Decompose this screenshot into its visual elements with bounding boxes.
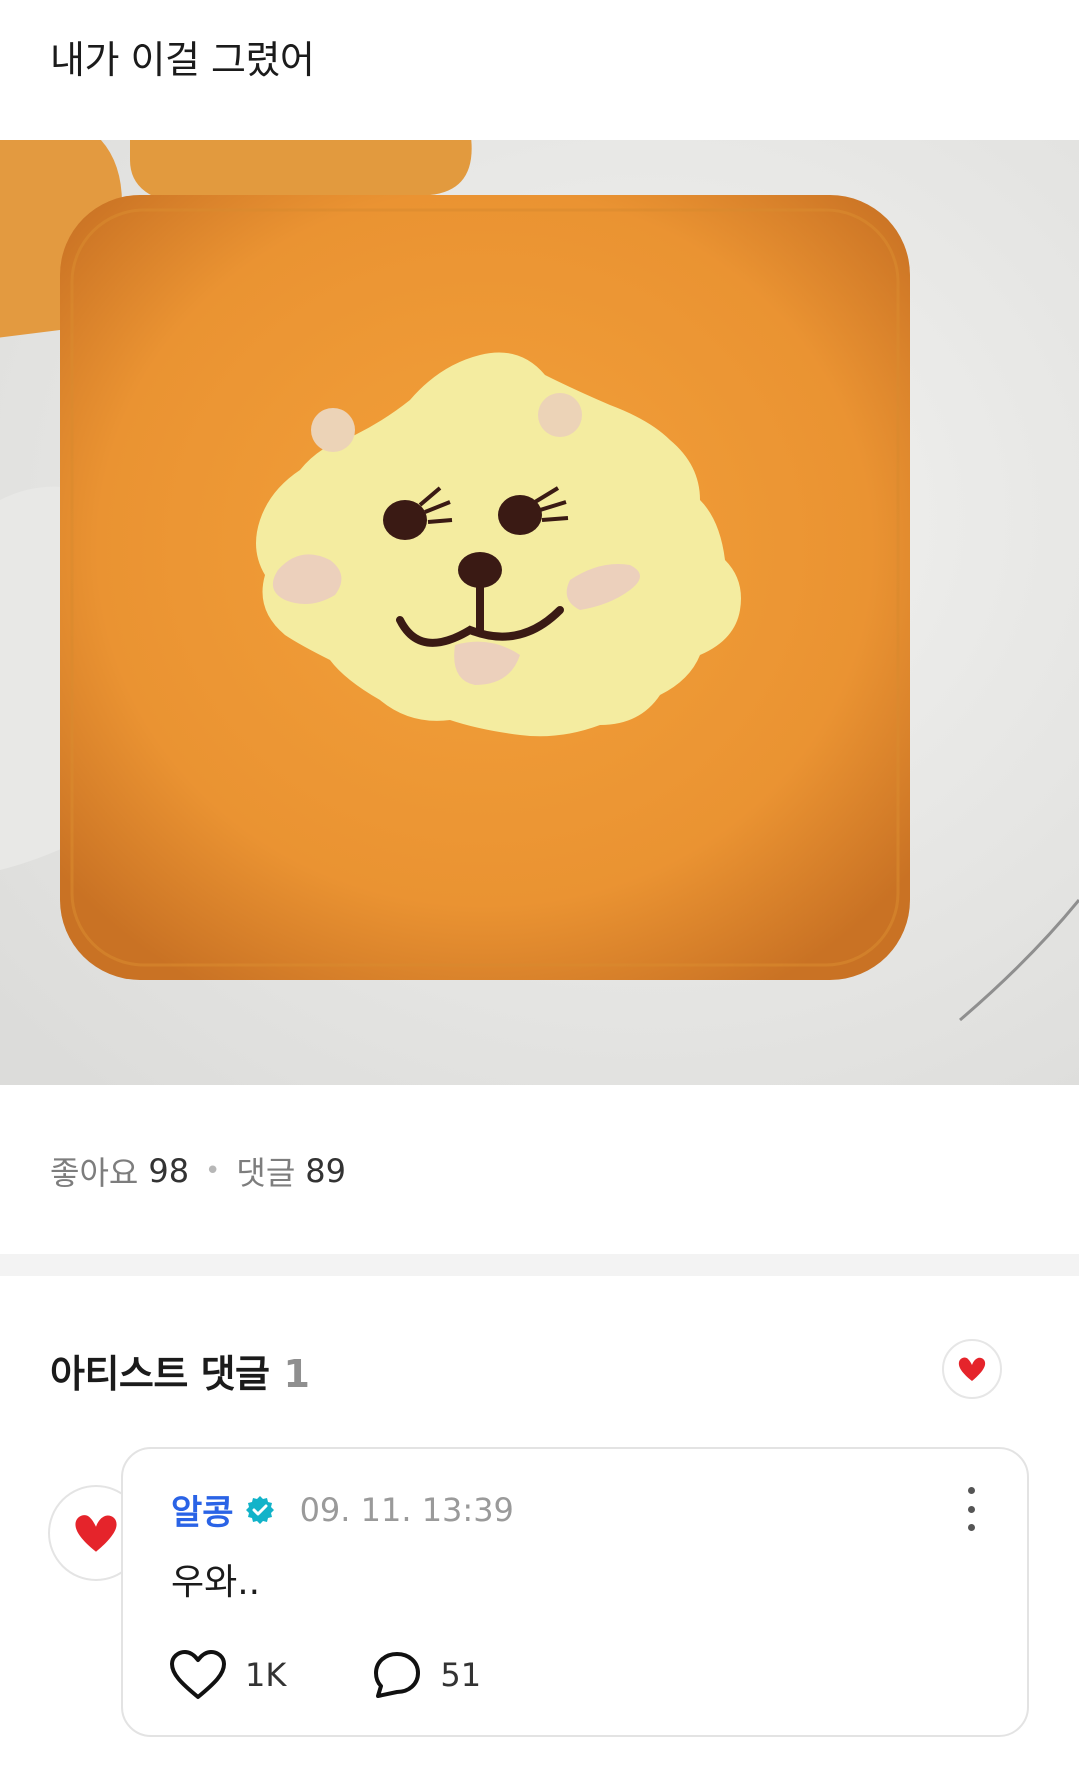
comment-text: 우와.. xyxy=(171,1562,261,1603)
comment-card: 알콩 09. 11. 13:39 우와.. 1K 51 xyxy=(121,1447,1029,1737)
comments-count: 89 xyxy=(305,1152,346,1190)
separator-dot: • xyxy=(205,1156,221,1186)
comment-author[interactable]: 알콩 xyxy=(171,1485,234,1534)
verified-badge-icon xyxy=(245,1495,274,1524)
reply-button[interactable]: 51 xyxy=(372,1650,481,1700)
post-title: 내가 이걸 그렸어 xyxy=(50,38,315,82)
comment-timestamp: 09. 11. 13:39 xyxy=(299,1490,514,1529)
section-divider xyxy=(0,1254,1079,1276)
reply-count: 51 xyxy=(440,1656,482,1694)
comment-actions: 1K 51 xyxy=(169,1649,481,1701)
red-heart-icon xyxy=(75,1515,117,1552)
artist-comments-header: 아티스트 댓글 1 xyxy=(50,1343,310,1398)
red-heart-icon xyxy=(958,1357,986,1381)
likes-count: 98 xyxy=(148,1152,190,1190)
artist-comments-count: 1 xyxy=(283,1352,310,1396)
likes-label: 좋아요 xyxy=(50,1154,139,1192)
cookie-illustration xyxy=(0,140,1079,1085)
heart-outline-icon xyxy=(170,1650,226,1699)
artist-comments-title: 아티스트 댓글 xyxy=(50,1352,270,1396)
like-count: 1K xyxy=(245,1656,287,1694)
more-vertical-icon[interactable] xyxy=(959,1487,983,1531)
like-button[interactable]: 1K xyxy=(169,1649,286,1701)
post-stats: 좋아요 98 • 댓글 89 xyxy=(50,1148,346,1194)
post-photo[interactable] xyxy=(0,140,1079,1085)
comments-label: 댓글 xyxy=(236,1154,296,1192)
comment-header: 알콩 09. 11. 13:39 xyxy=(171,1485,514,1534)
speech-bubble-icon xyxy=(374,1652,421,1698)
artist-filter-button[interactable] xyxy=(942,1339,1002,1399)
